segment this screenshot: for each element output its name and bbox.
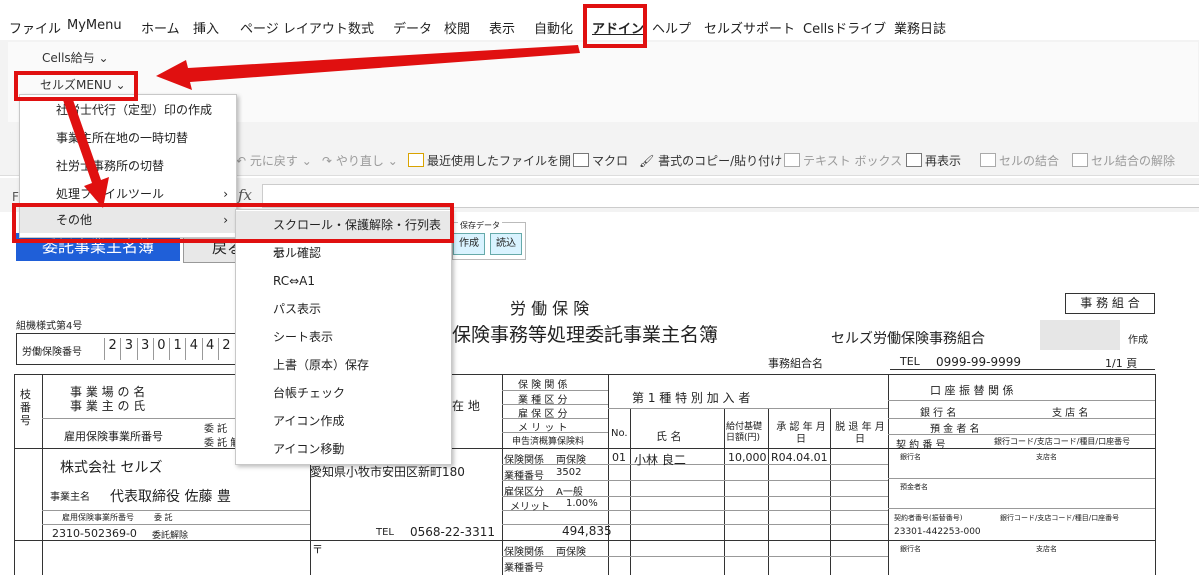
arrow-to-cellz-menu <box>156 45 580 90</box>
arrow-to-other-menu <box>63 97 109 208</box>
annotation-arrows <box>63 45 580 208</box>
